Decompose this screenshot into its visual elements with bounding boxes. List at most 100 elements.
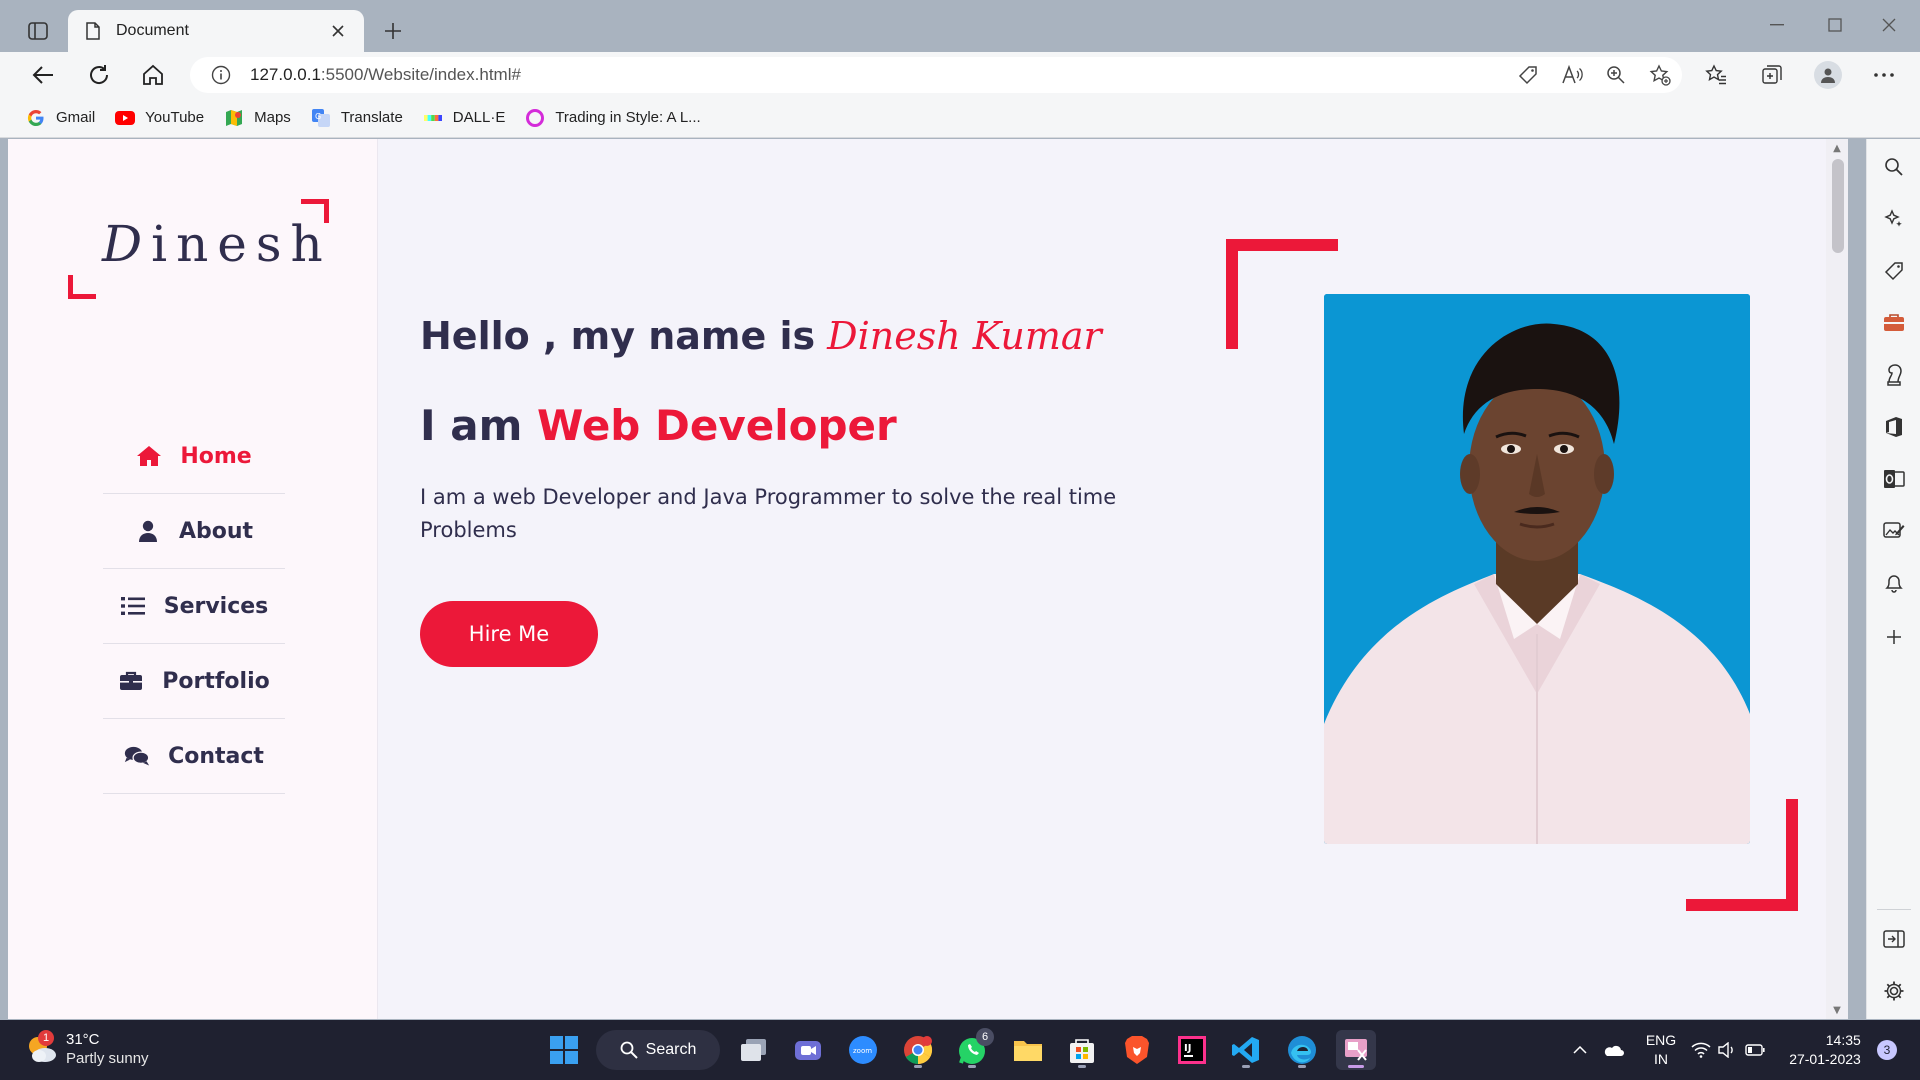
bookmark-translate[interactable]: G Translate xyxy=(311,108,403,128)
nav-label: Home xyxy=(180,443,252,469)
volume-icon[interactable] xyxy=(1714,1020,1740,1080)
bell-icon[interactable] xyxy=(1880,569,1908,597)
profile-avatar[interactable] xyxy=(1806,58,1850,92)
nav-label: About xyxy=(178,518,254,544)
sidebar-divider xyxy=(1877,909,1911,910)
page-scrollbar[interactable]: ▲ ▼ xyxy=(1826,139,1848,1019)
active-indicator xyxy=(1348,1065,1364,1068)
refresh-button[interactable] xyxy=(82,58,116,92)
url-text[interactable]: 127.0.0.1:5500/Website/index.html# xyxy=(250,65,521,85)
bookmark-label: Translate xyxy=(340,109,403,126)
info-icon[interactable] xyxy=(210,64,232,86)
clock[interactable]: 14:35 27-01-2023 xyxy=(1780,1020,1870,1080)
whatsapp-icon[interactable]: 6 xyxy=(952,1028,994,1070)
microsoft-store-icon[interactable] xyxy=(1062,1030,1102,1070)
language-code: ENG xyxy=(1645,1032,1677,1048)
weather-temperature: 31°C xyxy=(66,1031,100,1048)
wifi-icon[interactable] xyxy=(1688,1020,1714,1080)
new-tab-button[interactable] xyxy=(376,16,410,46)
zoom-icon[interactable] xyxy=(1594,57,1638,93)
nav-item-portfolio[interactable]: Portfolio xyxy=(103,644,285,719)
office-icon[interactable] xyxy=(1880,413,1908,441)
scroll-thumb[interactable] xyxy=(1832,159,1844,253)
role-heading: I am Web Developer xyxy=(420,401,897,450)
vscode-icon[interactable] xyxy=(1226,1030,1266,1070)
windows-start-icon[interactable] xyxy=(544,1030,584,1070)
page-viewport: Dinesh Home About Services Portfolio Con… xyxy=(8,139,1848,1019)
search-label: Search xyxy=(645,1041,697,1058)
read-aloud-icon[interactable] xyxy=(1550,57,1594,93)
browser-tab[interactable]: Document xyxy=(68,10,364,52)
settings-gear-icon[interactable] xyxy=(1880,977,1908,1005)
minimize-button[interactable] xyxy=(1754,8,1800,42)
bookmark-label: YouTube xyxy=(145,109,205,126)
youtube-icon xyxy=(115,108,136,128)
hire-me-button[interactable]: Hire Me xyxy=(420,601,598,667)
nav-item-contact[interactable]: Contact xyxy=(103,719,285,794)
bookmark-trading[interactable]: Trading in Style: A L... xyxy=(525,108,701,128)
bookmark-dalle[interactable]: DALL·E xyxy=(423,108,505,128)
logo-text: Dinesh xyxy=(102,215,332,273)
bookmark-maps[interactable]: Maps xyxy=(224,108,291,128)
tag-icon[interactable] xyxy=(1880,257,1908,285)
windows-taskbar: 1 31°C Partly sunny Search zoom 6 IJ ENG… xyxy=(0,1020,1920,1080)
google-icon xyxy=(26,108,46,128)
taskbar-search[interactable]: Search xyxy=(596,1030,720,1070)
tools-icon[interactable] xyxy=(1880,309,1908,337)
site-logo[interactable]: Dinesh xyxy=(68,199,329,299)
bookmark-label: Trading in Style: A L... xyxy=(555,109,701,126)
nav-item-about[interactable]: About xyxy=(103,494,285,569)
chrome-icon[interactable] xyxy=(898,1030,938,1070)
home-button[interactable] xyxy=(136,58,170,92)
snipping-tool-icon[interactable] xyxy=(1336,1030,1376,1070)
address-bar[interactable]: 127.0.0.1:5500/Website/index.html# xyxy=(190,57,1682,93)
close-window-button[interactable] xyxy=(1866,8,1912,42)
intellij-icon[interactable]: IJ xyxy=(1172,1030,1212,1070)
profile-photo xyxy=(1324,294,1750,844)
file-explorer-icon[interactable] xyxy=(1008,1030,1048,1070)
favorites-icon[interactable] xyxy=(1694,58,1738,92)
close-tab-icon[interactable] xyxy=(326,19,350,43)
outlook-icon[interactable] xyxy=(1880,465,1908,493)
show-hidden-icons[interactable] xyxy=(1568,1020,1592,1080)
zoom-app-icon[interactable]: zoom xyxy=(843,1030,883,1070)
add-icon[interactable] xyxy=(1880,623,1908,651)
scroll-up-icon[interactable]: ▲ xyxy=(1831,143,1843,154)
weather-widget[interactable]: 1 31°C Partly sunny xyxy=(24,1030,149,1068)
greeting-heading: Hello , my name is Dinesh Kumar xyxy=(420,314,1102,358)
nav-label: Contact xyxy=(168,743,264,769)
bookmark-youtube[interactable]: YouTube xyxy=(115,108,204,128)
scroll-down-icon[interactable]: ▼ xyxy=(1831,1005,1843,1016)
battery-icon[interactable] xyxy=(1742,1020,1768,1080)
more-menu-icon[interactable] xyxy=(1862,58,1906,92)
designer-icon[interactable] xyxy=(1880,517,1908,545)
bookmark-gmail[interactable]: Gmail xyxy=(26,108,95,128)
back-button[interactable] xyxy=(26,58,60,92)
brave-icon[interactable] xyxy=(1117,1030,1157,1070)
briefcase-icon xyxy=(118,668,144,694)
nav-item-home[interactable]: Home xyxy=(103,419,285,494)
edge-icon[interactable] xyxy=(1282,1030,1322,1070)
maximize-button[interactable] xyxy=(1812,8,1858,42)
coupon-icon[interactable] xyxy=(1506,57,1550,93)
bookmark-label: Maps xyxy=(254,109,291,126)
teams-meet-icon[interactable] xyxy=(788,1030,828,1070)
sparkle-icon[interactable] xyxy=(1880,205,1908,233)
games-icon[interactable] xyxy=(1880,361,1908,389)
tab-title: Document xyxy=(116,22,189,39)
onedrive-icon[interactable] xyxy=(1598,1020,1628,1080)
tab-actions-icon[interactable] xyxy=(18,14,58,48)
search-icon[interactable] xyxy=(1880,153,1908,181)
language-indicator[interactable]: ENG IN xyxy=(1636,1020,1686,1080)
task-view-icon[interactable] xyxy=(734,1030,774,1070)
collections-icon[interactable] xyxy=(1750,58,1794,92)
nav-item-services[interactable]: Services xyxy=(103,569,285,644)
main-nav: Home About Services Portfolio Contact xyxy=(103,419,285,794)
notification-center[interactable]: 3 xyxy=(1874,1020,1900,1080)
favorite-add-icon[interactable] xyxy=(1638,57,1682,93)
hide-sidebar-icon[interactable] xyxy=(1880,925,1908,953)
running-indicator xyxy=(968,1065,976,1068)
weather-condition: Partly sunny xyxy=(66,1050,149,1067)
svg-text:G: G xyxy=(315,112,321,121)
role-prefix: I am xyxy=(420,401,523,450)
